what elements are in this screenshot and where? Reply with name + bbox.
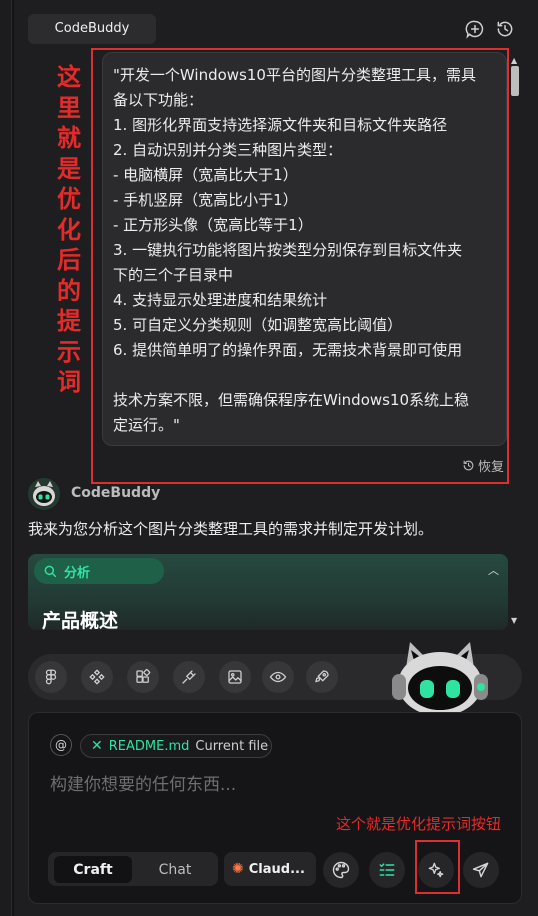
annotation-char: 是 (57, 153, 81, 183)
send-button[interactable] (463, 852, 499, 888)
blocks-icon[interactable] (127, 661, 159, 693)
annotation-char: 化 (57, 214, 81, 244)
components-icon[interactable] (81, 661, 113, 693)
figma-icon[interactable] (35, 661, 67, 693)
section-heading: 产品概述 (42, 610, 119, 630)
send-icon (472, 862, 489, 878)
mascot-robot (384, 638, 496, 718)
annotation-button-note: 这个就是优化提示词按钮 (336, 815, 502, 833)
mode-craft-tab[interactable]: Craft (54, 856, 132, 883)
assistant-name: CodeBuddy (71, 485, 161, 501)
plug-icon[interactable] (173, 661, 205, 693)
scroll-up-arrow[interactable]: ▲ (511, 56, 517, 65)
analysis-label: 分析 (64, 565, 91, 581)
left-edge-strip (0, 0, 12, 916)
annotation-char: 优 (57, 184, 81, 213)
mention-button[interactable]: @ (50, 734, 72, 756)
analysis-toggle[interactable]: 分析 (34, 558, 164, 584)
assistant-message: 我来为您分析这个图片分类整理工具的需求并制定开发计划。 (28, 520, 434, 538)
model-selector[interactable]: ✺ Claud... (224, 852, 316, 886)
assistant-avatar (28, 478, 60, 510)
annotation-char: 提 (57, 306, 81, 335)
task-list-button[interactable] (369, 852, 405, 888)
claude-logo-icon: ✺ (232, 861, 244, 877)
close-icon[interactable]: ✕ (91, 738, 103, 754)
app-title-tab[interactable]: CodeBuddy (28, 14, 156, 44)
chevron-up-icon[interactable]: ︿ (488, 562, 499, 578)
eye-icon[interactable] (262, 661, 294, 693)
analysis-card: 分析 ︿ 产品概述 (28, 554, 508, 630)
add-chat-icon[interactable] (464, 18, 486, 40)
annotation-char: 就 (57, 123, 81, 152)
scroll-down-arrow[interactable]: ▼ (511, 616, 517, 625)
annotation-button-highlight (415, 840, 460, 894)
image-icon[interactable] (219, 661, 251, 693)
file-chip-name: README.md (108, 738, 190, 754)
context-file-chip[interactable]: ✕ README.md Current file (80, 734, 272, 758)
prompt-input[interactable] (50, 770, 490, 800)
rocket-icon[interactable] (306, 661, 338, 693)
model-name: Claud... (248, 861, 305, 877)
annotation-char: 后 (57, 245, 81, 274)
palette-button[interactable] (323, 852, 359, 888)
annotation-char: 的 (57, 275, 81, 305)
annotation-prompt-highlight (91, 48, 509, 484)
annotation-char: 里 (57, 92, 81, 122)
annotation-char: 示 (57, 336, 81, 366)
annotation-char: 这 (57, 62, 81, 91)
mode-chat-tab[interactable]: Chat (136, 856, 214, 883)
checklist-icon (379, 863, 395, 876)
palette-icon (332, 861, 350, 879)
scrollbar-thumb[interactable] (511, 66, 519, 96)
search-icon (44, 565, 57, 578)
file-chip-tag: Current file (195, 738, 269, 754)
annotation-vertical-text: 这 里 就 是 优 化 后 的 提 示 词 (54, 62, 84, 398)
annotation-char: 词 (57, 367, 81, 396)
history-icon[interactable] (494, 18, 516, 40)
